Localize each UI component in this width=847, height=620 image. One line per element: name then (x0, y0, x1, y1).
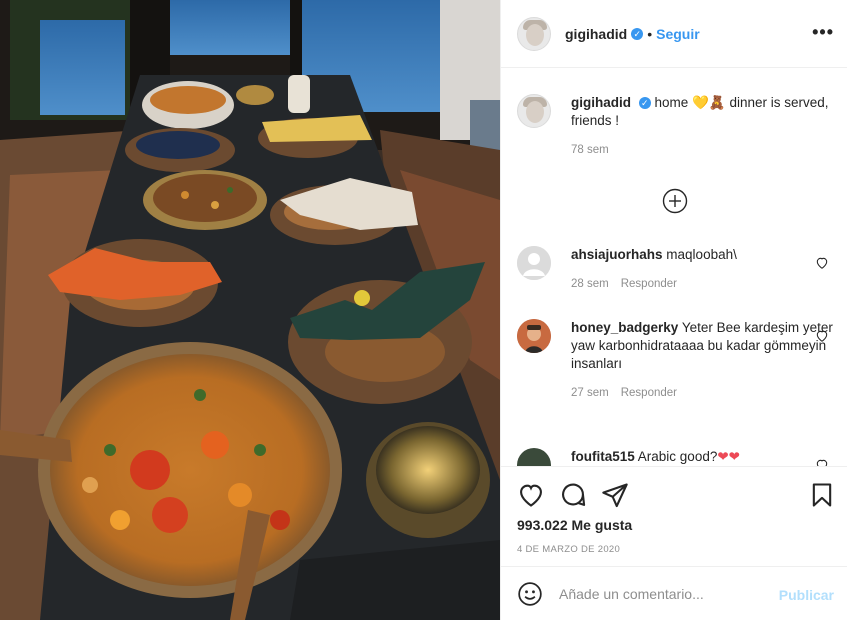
like-comment-heart-icon[interactable] (815, 458, 829, 466)
add-comment-bar: Publicar (501, 566, 847, 620)
verified-badge-icon: ✓ (631, 27, 644, 40)
comment-meta: 28 sem Responder (571, 278, 837, 290)
more-options-icon[interactable]: ••• (812, 22, 834, 43)
caption-text: gigihadid ✓ home 💛🧸 dinner is served, fr… (571, 94, 837, 130)
comment-meta: 27 sem Responder (571, 387, 837, 399)
red-hearts-emoji: ❤❤ (717, 449, 740, 464)
comment-item: ahsiajuorhahs maqloobah\ 28 sem Responder (517, 246, 837, 290)
avatar[interactable] (517, 448, 551, 466)
post-date: 4 DE MARZO DE 2020 (517, 544, 621, 555)
comment-body: maqloobah\ (666, 247, 737, 262)
comment-icon[interactable] (559, 481, 587, 509)
teddy-bear-emoji: 🧸 (708, 95, 726, 110)
comments-list[interactable]: gigihadid ✓ home 💛🧸 dinner is served, fr… (501, 68, 847, 466)
comment-text: honey_badgerky Yeter Bee kardeşim yeter … (571, 319, 837, 373)
comment-text: ahsiajuorhahs maqloobah\ (571, 246, 837, 264)
avatar[interactable] (517, 319, 551, 353)
comment-username[interactable]: ahsiajuorhahs (571, 247, 663, 262)
default-avatar-icon (517, 246, 551, 280)
post-actions: 993.022 Me gusta 4 DE MARZO DE 2020 (501, 466, 847, 566)
comment-item: honey_badgerky Yeter Bee kardeşim yeter … (517, 319, 837, 399)
comment-username[interactable]: foufita515 (571, 449, 635, 464)
avatar[interactable] (517, 246, 551, 280)
comment-time: 27 sem (571, 387, 609, 399)
save-bookmark-icon[interactable] (808, 481, 836, 509)
comment-meta: 78 sem (571, 144, 837, 156)
caption-time: 78 sem (571, 144, 609, 156)
comment-item: foufita515 Arabic good?❤❤ (517, 448, 837, 466)
user-photo-icon (517, 319, 551, 353)
publish-button[interactable]: Publicar (779, 587, 834, 603)
reply-button[interactable]: Responder (621, 278, 677, 290)
like-heart-icon[interactable] (517, 481, 545, 509)
comment-input[interactable] (559, 585, 759, 602)
avatar[interactable] (517, 16, 551, 51)
separator-dot: • (647, 25, 653, 42)
comment-text: foufita515 Arabic good?❤❤ (571, 448, 837, 466)
avatar[interactable] (517, 94, 551, 128)
post-username[interactable]: gigihadid (565, 26, 627, 42)
post-side-panel: gigihadid ✓ • Seguir ••• gigihadid ✓ hom… (500, 0, 847, 620)
emoji-picker-icon[interactable] (517, 581, 543, 607)
post-header: gigihadid ✓ • Seguir ••• (501, 0, 847, 68)
dinner-table-photo (0, 0, 500, 620)
caption: gigihadid ✓ home 💛🧸 dinner is served, fr… (517, 94, 837, 156)
comment-time: 28 sem (571, 278, 609, 290)
yellow-heart-emoji: 💛 (692, 95, 709, 110)
reply-button[interactable]: Responder (621, 387, 677, 399)
share-send-icon[interactable] (601, 481, 629, 509)
post-photo[interactable] (0, 0, 500, 620)
load-more-comments-icon[interactable] (662, 188, 688, 214)
comment-body: Arabic good? (637, 449, 718, 464)
caption-username[interactable]: gigihadid (571, 95, 631, 110)
likes-count[interactable]: 993.022 Me gusta (517, 517, 632, 533)
caption-text-before: home (654, 95, 693, 110)
comment-username[interactable]: honey_badgerky (571, 320, 678, 335)
follow-button[interactable]: Seguir (656, 26, 700, 42)
verified-badge-icon: ✓ (638, 97, 651, 109)
like-comment-heart-icon[interactable] (815, 329, 829, 343)
instagram-post-modal: gigihadid ✓ • Seguir ••• gigihadid ✓ hom… (0, 0, 847, 620)
like-comment-heart-icon[interactable] (815, 256, 829, 270)
